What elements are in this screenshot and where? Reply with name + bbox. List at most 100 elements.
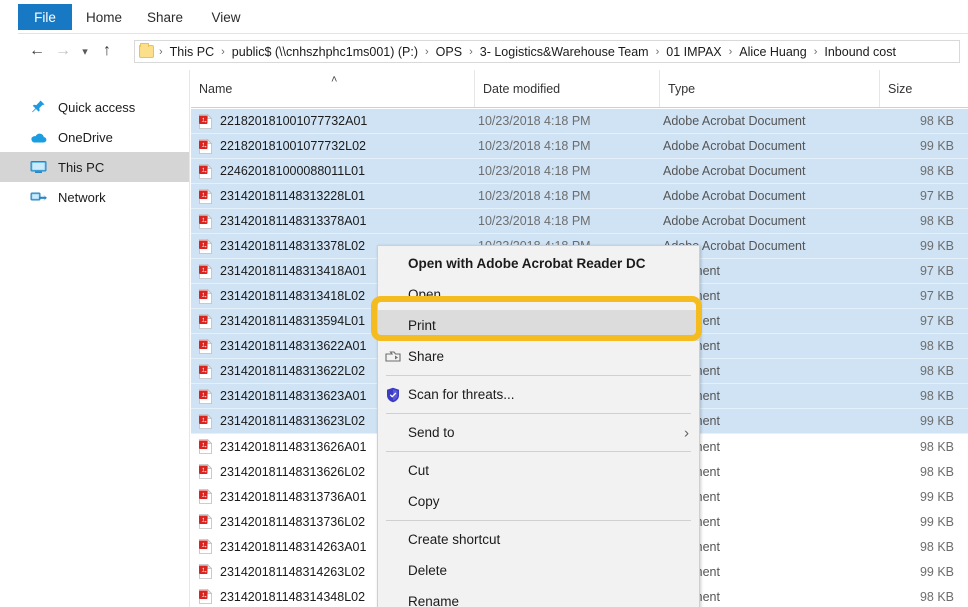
column-header-date-modified[interactable]: Date modified <box>474 70 659 108</box>
recent-locations-button[interactable]: ▾ <box>76 38 94 64</box>
pdf-file-icon <box>199 314 212 329</box>
table-row[interactable]: 224620181000088011L0110/23/2018 4:18 PMA… <box>191 159 968 184</box>
tab-share[interactable]: Share <box>136 4 194 30</box>
file-type-cell: Adobe Acrobat Document <box>659 164 879 178</box>
menu-item-share[interactable]: Share <box>378 341 699 372</box>
sidebar-item-onedrive[interactable]: OneDrive <box>0 122 189 152</box>
pdf-file-icon <box>199 414 212 429</box>
network-icon <box>30 189 50 205</box>
menu-item-label: Delete <box>408 563 447 578</box>
file-name-label: 231420181148313626L02 <box>220 465 365 479</box>
file-name-label: 231420181148313736A01 <box>220 490 366 504</box>
chevron-right-icon: › <box>684 424 689 441</box>
file-size-cell: 98 KB <box>879 465 968 479</box>
breadcrumb-item-ops[interactable]: OPS <box>434 45 464 59</box>
sidebar-item-quick-access[interactable]: Quick access <box>0 92 189 122</box>
file-name-label: 231420181148313623L02 <box>220 414 365 428</box>
file-name-label: 231420181148314263A01 <box>220 540 366 554</box>
sidebar-item-this-pc[interactable]: This PC <box>0 152 189 182</box>
file-date-cell: 10/23/2018 4:18 PM <box>474 164 659 178</box>
file-name-label: 231420181148313418L02 <box>220 289 365 303</box>
breadcrumb-item-public[interactable]: public$ (\\cnhszhphc1ms001) (P:) <box>230 45 420 59</box>
pdf-file-icon <box>199 389 212 404</box>
menu-item-send-to[interactable]: Send to› <box>378 417 699 448</box>
menu-item-create-shortcut[interactable]: Create shortcut <box>378 524 699 555</box>
table-row[interactable]: 221820181001077732A0110/23/2018 4:18 PMA… <box>191 109 968 134</box>
table-row[interactable]: 221820181001077732L0210/23/2018 4:18 PMA… <box>191 134 968 159</box>
back-button[interactable]: ← <box>24 38 50 64</box>
file-name-label: 231420181148313378A01 <box>220 214 366 228</box>
up-button[interactable]: ↑ <box>94 38 120 64</box>
menu-item-copy[interactable]: Copy <box>378 486 699 517</box>
tab-home[interactable]: Home <box>76 4 132 30</box>
breadcrumb-item-logistics[interactable]: 3- Logistics&Warehouse Team <box>478 45 651 59</box>
menu-item-cut[interactable]: Cut <box>378 455 699 486</box>
shield-icon <box>384 386 402 404</box>
context-menu[interactable]: Open with Adobe Acrobat Reader DC OpenPri… <box>377 245 700 607</box>
menu-item-label: Rename <box>408 594 459 607</box>
menu-item-open[interactable]: Open <box>378 279 699 310</box>
pdf-file-icon <box>199 364 212 379</box>
sidebar-item-label: Quick access <box>58 100 135 115</box>
menu-item-delete[interactable]: Delete <box>378 555 699 586</box>
table-row[interactable]: 231420181148313378A0110/23/2018 4:18 PMA… <box>191 209 968 234</box>
column-header-type-label: Type <box>668 82 695 96</box>
pdf-file-icon <box>199 564 212 579</box>
file-name-label: 231420181148314263L02 <box>220 565 365 579</box>
pdf-file-icon <box>199 214 212 229</box>
pdf-file-icon <box>199 289 212 304</box>
menu-separator <box>386 413 691 414</box>
menu-item-label: Cut <box>408 463 429 478</box>
forward-button[interactable]: → <box>50 38 76 64</box>
file-name-label: 231420181148313622A01 <box>220 339 366 353</box>
breadcrumb-item-impax[interactable]: 01 IMPAX <box>664 45 723 59</box>
pdf-file-icon <box>199 139 212 154</box>
menu-item-print[interactable]: Print <box>378 310 699 341</box>
column-header-size-label: Size <box>888 82 912 96</box>
file-size-cell: 99 KB <box>879 139 968 153</box>
menu-item-label: Open with Adobe Acrobat Reader DC <box>408 256 646 271</box>
tab-file[interactable]: File <box>18 4 72 30</box>
file-date-cell: 10/23/2018 4:18 PM <box>474 189 659 203</box>
menu-item-label: Create shortcut <box>408 532 500 547</box>
breadcrumb-item-inbound-cost[interactable]: Inbound cost <box>822 45 898 59</box>
menu-item-label: Scan for threats... <box>408 387 515 402</box>
tab-view[interactable]: View <box>200 4 252 30</box>
file-size-cell: 98 KB <box>879 164 968 178</box>
pdf-file-icon <box>199 239 212 254</box>
menu-item-scan-for-threats[interactable]: Scan for threats... <box>378 379 699 410</box>
pdf-file-icon <box>199 539 212 554</box>
menu-item-open-with-adobe-acrobat-reader-dc[interactable]: Open with Adobe Acrobat Reader DC <box>378 248 699 279</box>
breadcrumb-separator: › <box>651 46 665 58</box>
pdf-file-icon <box>199 189 212 204</box>
column-header-size[interactable]: Size <box>879 70 968 108</box>
column-header-name[interactable]: Name ˄ <box>191 70 474 108</box>
file-size-cell: 97 KB <box>879 314 968 328</box>
menu-separator <box>386 520 691 521</box>
breadcrumb-item-alice-huang[interactable]: Alice Huang <box>737 45 808 59</box>
breadcrumb-separator: › <box>154 46 168 58</box>
pdf-file-icon <box>199 489 212 504</box>
column-header-type[interactable]: Type <box>659 70 879 108</box>
pdf-file-icon <box>199 464 212 479</box>
breadcrumb-item-this-pc[interactable]: This PC <box>168 45 216 59</box>
file-explorer-window: File Home Share View ← → ▾ ↑ › This PC ›… <box>0 0 968 607</box>
breadcrumb-separator: › <box>464 46 478 58</box>
file-size-cell: 98 KB <box>879 540 968 554</box>
menu-item-rename[interactable]: Rename <box>378 586 699 607</box>
file-size-cell: 99 KB <box>879 490 968 504</box>
sidebar-item-network[interactable]: Network <box>0 182 189 212</box>
breadcrumb-separator: › <box>809 46 823 58</box>
pdf-file-icon <box>199 589 212 604</box>
file-name-label: 221820181001077732A01 <box>220 114 367 128</box>
file-size-cell: 98 KB <box>879 339 968 353</box>
sidebar-item-label: Network <box>58 190 106 205</box>
file-name-label: 231420181148314348L02 <box>220 590 365 604</box>
table-row[interactable]: 231420181148313228L0110/23/2018 4:18 PMA… <box>191 184 968 209</box>
address-path-field[interactable]: › This PC › public$ (\\cnhszhphc1ms001) … <box>134 40 960 63</box>
pdf-file-icon <box>199 114 212 129</box>
file-size-cell: 99 KB <box>879 414 968 428</box>
sidebar-item-label: This PC <box>58 160 104 175</box>
file-name-label: 231420181148313594L01 <box>220 314 365 328</box>
file-date-cell: 10/23/2018 4:18 PM <box>474 214 659 228</box>
